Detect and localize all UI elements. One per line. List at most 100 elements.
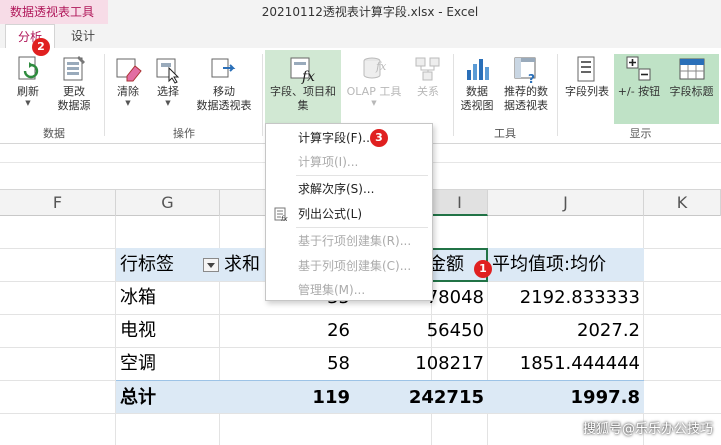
count-cell[interactable]: 58: [220, 347, 350, 380]
fields-items-sets-button[interactable]: fx 字段、项目和 集: [265, 50, 341, 125]
refresh-icon: [18, 56, 39, 80]
chevron-down-icon: ▼: [25, 99, 31, 107]
row-label[interactable]: 空调: [120, 347, 156, 380]
group-divider: [453, 54, 454, 136]
field-list-label: 字段列表: [565, 85, 609, 98]
chevron-down-icon: ▼: [165, 99, 171, 107]
svg-text:?: ?: [528, 72, 535, 84]
sum-header[interactable]: 求和: [224, 248, 260, 281]
row-labels-filter-button[interactable]: [203, 258, 219, 272]
watermark: 搜狐号@乐乐办公技巧: [582, 422, 713, 437]
menu-item-list-formulas[interactable]: fx 列出公式(L): [266, 202, 432, 226]
recommended-pivots-button[interactable]: ? 推荐的数 据透视表: [500, 54, 552, 124]
recommended-pivot-icon: ?: [514, 57, 536, 84]
step-badge-3: 3: [370, 129, 388, 147]
avg-cell[interactable]: 2192.833333: [488, 281, 640, 314]
title-bar: 数据透视表工具 20210112透视表计算字段.xlsx - Excel: [0, 0, 721, 24]
field-list-icon: [577, 56, 595, 82]
column-header-k[interactable]: K: [644, 190, 721, 216]
move-pivot-icon: [211, 58, 236, 78]
plus-minus-label: +/- 按钮: [617, 85, 661, 98]
table-row: 空调 58 108217 1851.444444: [116, 347, 644, 380]
menu-item-row-set[interactable]: 基于行项创建集(R)...: [266, 229, 432, 253]
change-source-label-2: 数据源: [57, 99, 91, 112]
group-tools-label: 工具: [494, 127, 516, 140]
row-label[interactable]: 冰箱: [120, 281, 156, 314]
relationships-button[interactable]: 关系: [408, 54, 448, 124]
field-headers-toggle[interactable]: 字段标题: [664, 54, 719, 124]
pivot-chart-label-2: 透视图: [460, 99, 494, 112]
group-show-label: 显示: [629, 127, 652, 140]
tab-design[interactable]: 设计: [58, 24, 108, 48]
document-title: 20210112透视表计算字段.xlsx - Excel: [261, 5, 479, 19]
group-divider: [557, 54, 558, 136]
recommended-label-1: 推荐的数: [504, 85, 548, 98]
menu-item-calculated-field[interactable]: 计算字段(F)...: [266, 126, 432, 150]
group-data-label: 数据: [43, 127, 65, 140]
menu-item-calculated-item[interactable]: 计算项(I)...: [266, 150, 432, 174]
refresh-button[interactable]: 刷新 ▼: [8, 54, 48, 124]
pivot-chart-button[interactable]: 数据 透视图: [456, 54, 498, 124]
total-count-cell[interactable]: 119: [220, 381, 350, 414]
amount-cell[interactable]: 108217: [356, 347, 484, 380]
total-avg-cell[interactable]: 1997.8: [488, 381, 640, 414]
refresh-label: 刷新: [17, 85, 39, 98]
chevron-down-icon: ▼: [125, 99, 131, 107]
select-label: 选择: [157, 85, 179, 98]
bar-chart-icon: [467, 59, 489, 80]
group-divider: [262, 54, 263, 136]
row-label[interactable]: 电视: [120, 314, 156, 347]
svg-text:fx: fx: [301, 69, 315, 84]
pivot-chart-label-1: 数据: [466, 85, 488, 98]
plus-minus-buttons-toggle[interactable]: +/- 按钮: [614, 54, 664, 124]
menu-item-manage-sets[interactable]: 管理集(M)...: [266, 278, 432, 302]
field-headers-label: 字段标题: [669, 85, 714, 98]
avg-cell[interactable]: 2027.2: [488, 314, 640, 347]
fields-items-sets-menu: 计算字段(F)... 计算项(I)... 求解次序(S)... fx 列出公式(…: [265, 123, 433, 301]
total-label[interactable]: 总计: [120, 381, 156, 414]
group-divider: [104, 54, 105, 136]
change-source-icon: [63, 56, 85, 81]
menu-item-column-set[interactable]: 基于列项创建集(C)...: [266, 254, 432, 278]
column-header-i[interactable]: I: [432, 190, 488, 216]
move-pivot-label-1: 移动: [213, 85, 235, 98]
column-header-f[interactable]: F: [0, 190, 116, 216]
amount-cell[interactable]: 56450: [356, 314, 484, 347]
grand-total-row: 总计 119 242715 1997.8: [116, 380, 644, 413]
column-header-j[interactable]: J: [488, 190, 644, 216]
formula-fx-icon: fx: [290, 57, 315, 84]
step-badge-1: 1: [474, 260, 492, 278]
relationships-label: 关系: [417, 85, 439, 98]
move-pivot-button[interactable]: 移动 数据透视表: [188, 54, 260, 124]
group-actions-label: 操作: [173, 127, 195, 140]
chevron-down-icon: ▼: [371, 99, 377, 107]
table-row: 电视 26 56450 2027.2: [116, 314, 644, 347]
menu-item-solve-order[interactable]: 求解次序(S)...: [266, 177, 432, 201]
clear-label: 清除: [117, 85, 139, 98]
count-cell[interactable]: 26: [220, 314, 350, 347]
plus-minus-icon: [626, 56, 651, 81]
select-button[interactable]: 选择 ▼: [150, 54, 186, 124]
step-badge-2: 2: [32, 38, 50, 56]
olap-tools-button[interactable]: fx OLAP 工具 ▼: [343, 54, 405, 124]
change-source-label-1: 更改: [63, 85, 85, 98]
recommended-label-2: 据透视表: [504, 99, 548, 112]
olap-cylinder-icon: fx: [363, 57, 387, 79]
change-source-button[interactable]: 更改 数据源: [50, 54, 98, 124]
select-cursor-icon: [156, 58, 180, 84]
fields-items-label-1: 字段、项目和: [270, 85, 336, 98]
svg-text:fx: fx: [375, 60, 387, 73]
clear-button[interactable]: 清除 ▼: [110, 54, 146, 124]
move-pivot-label-2: 数据透视表: [196, 99, 252, 112]
list-formulas-icon: fx: [274, 207, 288, 221]
column-header-g[interactable]: G: [116, 190, 220, 216]
filter-dropdown-icon: [207, 263, 215, 268]
row-labels-header[interactable]: 行标签: [120, 248, 174, 281]
olap-tools-label: OLAP 工具: [346, 85, 402, 98]
field-list-button[interactable]: 字段列表: [560, 54, 614, 124]
avg-price-header[interactable]: 平均值项:均价: [492, 248, 606, 281]
ribbon-tabs: 分析 设计: [0, 24, 721, 48]
avg-cell[interactable]: 1851.444444: [488, 347, 640, 380]
total-amount-cell[interactable]: 242715: [356, 381, 484, 414]
menu-separator: [296, 175, 428, 176]
